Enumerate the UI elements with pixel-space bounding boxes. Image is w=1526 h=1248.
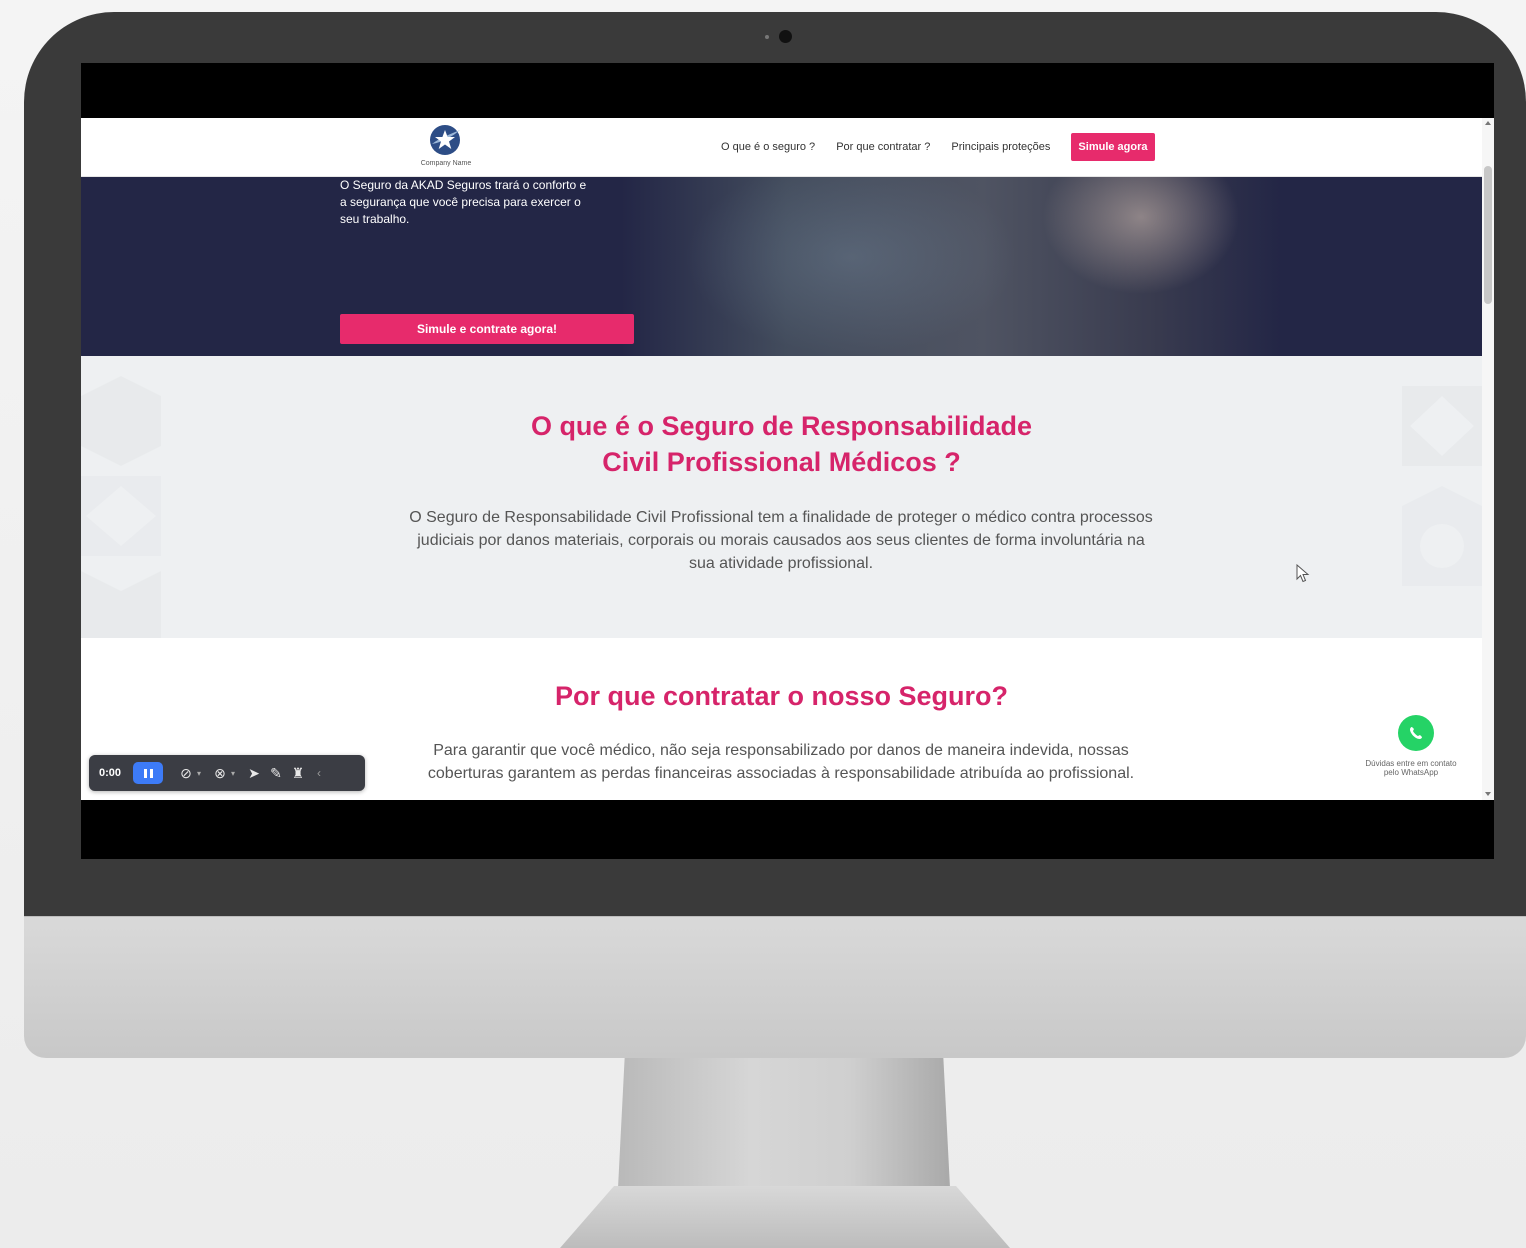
what-is-body: O Seguro de Responsabilidade Civil Profi… bbox=[331, 506, 1231, 575]
monitor-chin bbox=[24, 916, 1526, 1058]
screen: Company Name O que é o seguro ? Por que … bbox=[81, 63, 1494, 859]
hero-image bbox=[621, 177, 1281, 356]
background: Company Name O que é o seguro ? Por que … bbox=[0, 0, 1526, 1248]
scroll-up-icon[interactable] bbox=[1485, 121, 1491, 125]
whatsapp-icon[interactable] bbox=[1398, 715, 1434, 751]
pause-button[interactable] bbox=[133, 762, 163, 784]
whatsapp-caption: Dúvidas entre em contato pelo WhatsApp bbox=[1349, 759, 1473, 777]
what-is-body-line: judiciais por danos materiais, corporais… bbox=[417, 532, 1145, 549]
why-body-line: Para garantir que você médico, não seja … bbox=[433, 742, 1129, 759]
mic-off-icon[interactable]: ⊘ bbox=[175, 765, 197, 782]
pen-icon[interactable]: ✎ bbox=[265, 765, 287, 782]
star-logo-icon bbox=[430, 125, 460, 155]
pointer-icon[interactable]: ➤ bbox=[243, 765, 265, 782]
hero-text-line: seu trabalho. bbox=[340, 212, 410, 226]
why-body: Para garantir que você médico, não seja … bbox=[331, 739, 1231, 785]
nav-link-why[interactable]: Por que contratar ? bbox=[836, 141, 930, 153]
whatsapp-caption-line: Dúvidas entre em contato bbox=[1365, 759, 1457, 768]
hero-text-line: a segurança que você precisa para exerce… bbox=[340, 195, 581, 209]
company-logo[interactable]: Company Name bbox=[415, 124, 477, 170]
scroll-down-icon[interactable] bbox=[1485, 792, 1491, 796]
camera-off-icon[interactable]: ⊗ bbox=[209, 765, 231, 782]
chevron-down-icon[interactable]: ▾ bbox=[231, 769, 243, 778]
nav-link-protections[interactable]: Principais proteções bbox=[951, 141, 1050, 153]
site-header: Company Name O que é o seguro ? Por que … bbox=[81, 118, 1482, 177]
hero-text: O Seguro da AKAD Seguros trará o confort… bbox=[340, 177, 640, 228]
hero-section: O Seguro da AKAD Seguros trará o confort… bbox=[81, 177, 1482, 356]
decorative-pattern-left bbox=[81, 376, 161, 638]
camera-icon bbox=[779, 30, 792, 43]
simulate-contract-button[interactable]: Simule e contrate agora! bbox=[340, 314, 634, 344]
what-is-body-line: sua atividade profissional. bbox=[688, 555, 874, 572]
what-is-title-line1: O que é o Seguro de Responsabilidade bbox=[530, 411, 1033, 441]
what-is-title: O que é o Seguro de Responsabilidade Civ… bbox=[81, 408, 1482, 480]
phone-icon bbox=[1410, 727, 1422, 739]
why-title: Por que contratar o nosso Seguro? bbox=[554, 681, 1009, 711]
monitor-stand-base bbox=[560, 1186, 1010, 1248]
simulate-now-button[interactable]: Simule agora bbox=[1071, 133, 1155, 161]
what-is-section: O que é o Seguro de Responsabilidade Civ… bbox=[81, 356, 1482, 638]
scrollbar[interactable] bbox=[1482, 118, 1494, 800]
camera-indicator bbox=[765, 35, 769, 39]
recording-toolbar: 0:00 ⊘ ▾ ⊗ ▾ ➤ ✎ ♜ ‹ bbox=[89, 755, 365, 791]
what-is-body-line: O Seguro de Responsabilidade Civil Profi… bbox=[409, 509, 1153, 526]
what-is-title-line2: Civil Profissional Médicos ? bbox=[602, 447, 961, 477]
recording-time: 0:00 bbox=[99, 767, 122, 779]
browser-viewport: Company Name O que é o seguro ? Por que … bbox=[81, 118, 1494, 800]
hero-text-line: O Seguro da AKAD Seguros trará o confort… bbox=[340, 178, 587, 192]
scroll-thumb[interactable] bbox=[1484, 166, 1492, 304]
collapse-icon[interactable]: ‹ bbox=[317, 766, 321, 780]
eraser-icon[interactable]: ♜ bbox=[287, 765, 309, 782]
logo-text: Company Name bbox=[420, 160, 472, 167]
monitor-stand bbox=[618, 1058, 950, 1188]
main-nav: O que é o seguro ? Por que contratar ? P… bbox=[721, 132, 1155, 162]
decorative-pattern-right bbox=[1402, 386, 1482, 586]
nav-link-what[interactable]: O que é o seguro ? bbox=[721, 141, 815, 153]
chevron-down-icon[interactable]: ▾ bbox=[197, 769, 209, 778]
why-body-line: coberturas garantem as perdas financeira… bbox=[427, 765, 1135, 782]
mouse-cursor-icon bbox=[1296, 564, 1310, 583]
whatsapp-caption-line: pelo WhatsApp bbox=[1383, 768, 1439, 777]
